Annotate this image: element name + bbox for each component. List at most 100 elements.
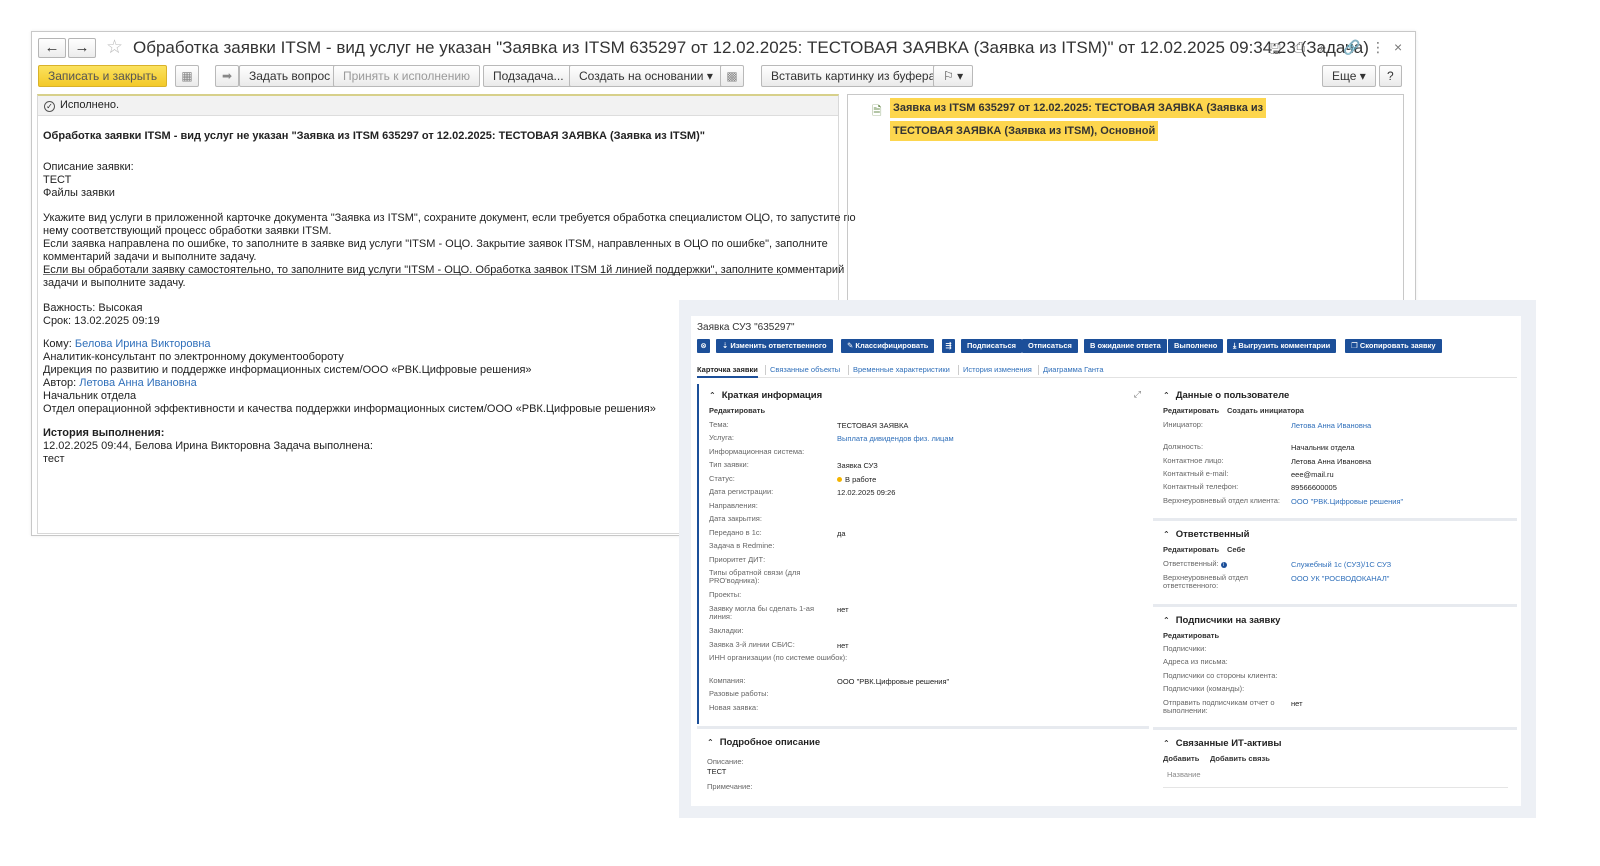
more-menu-icon[interactable]: ⋮ [1371, 39, 1385, 56]
close-icon[interactable]: × [1394, 39, 1402, 55]
forward-button[interactable]: → [68, 38, 96, 58]
save-icon[interactable]: 🖫 [1269, 39, 1281, 63]
create-based-dropdown[interactable]: Создать на основании ▾ [569, 65, 723, 87]
instruction-line: задачи и выполните задачу. [43, 277, 186, 289]
section-header[interactable]: ⌃ Связанные ИТ-активы [1163, 738, 1282, 749]
instruction-line: нему соответствующий процесс обработки з… [43, 225, 332, 237]
divider [1153, 727, 1517, 730]
tab-bar: Карточка заявки Связанные объекты Времен… [697, 363, 1517, 378]
attachment-link[interactable]: ТЕСТОВАЯ ЗАЯВКА (Заявка из ITSM), Основн… [890, 121, 1159, 141]
section-title: Подписчики на заявку [1175, 615, 1281, 626]
responsible-link[interactable]: Служебный 1с (СУЗ)/1С СУЗ [1291, 560, 1391, 569]
copy-icon: ❐ [1351, 341, 1360, 350]
grid-icon[interactable]: ▦ [175, 65, 199, 87]
toolbar: Записать и закрыть ▦ ➡ Задать вопрос При… [32, 65, 1415, 91]
section-header[interactable]: ⌃ Подробное описание [707, 737, 820, 748]
image-icon[interactable]: ▩ [720, 65, 744, 87]
info-icon[interactable]: i [1220, 562, 1227, 568]
field-label: Тип заявки: [709, 460, 749, 469]
status-value: В работе [837, 475, 876, 484]
unsubscribe-button[interactable]: Отписаться [1022, 339, 1078, 353]
write-and-close-button[interactable]: Записать и закрыть [38, 65, 168, 87]
check-circle-icon: ✓ [44, 101, 55, 112]
add-relation-link[interactable]: Добавить связь [1210, 754, 1270, 763]
divider [1153, 604, 1517, 607]
back-button[interactable]: ← [38, 38, 66, 58]
more-label: Еще [1332, 69, 1357, 83]
change-responsible-button[interactable]: ⇣ Изменить ответственного [716, 339, 833, 353]
field-value: нет [837, 605, 849, 614]
status-bar: ✓ Исполнено. [38, 96, 838, 116]
status-dot-icon [837, 477, 842, 482]
add-link[interactable]: Добавить [1163, 754, 1199, 763]
field-label: Подписчики со стороны клиента: [1163, 671, 1278, 680]
favorite-star-icon[interactable]: ☆ [106, 36, 123, 59]
tab-time-characteristics[interactable]: Временные характеристики [853, 365, 950, 374]
arrow-right-icon[interactable]: ➡ [215, 65, 239, 87]
preview-icon[interactable]: ⌕ [1319, 39, 1327, 56]
field-value: 12.02.2025 09:26 [837, 488, 896, 497]
edit-link[interactable]: Редактировать [1163, 631, 1219, 640]
section-title: Связанные ИТ-активы [1175, 738, 1282, 749]
waiting-answer-button[interactable]: В ожидание ответа [1084, 339, 1167, 353]
recipient-link[interactable]: Белова Ирина Викторовна [75, 338, 211, 350]
section-header[interactable]: ⌃ Краткая информация [709, 390, 822, 401]
field-label: Описание: [707, 757, 744, 766]
edit-link[interactable]: Редактировать [1163, 406, 1219, 415]
tab-related-objects[interactable]: Связанные объекты [770, 365, 840, 374]
field-label: Закладки: [709, 626, 744, 635]
field-label: Подписчики: [1163, 644, 1207, 653]
instruction-line: комментарий задачи и выполните задачу. [43, 251, 257, 263]
subtask-button[interactable]: Подзадача... [483, 65, 574, 87]
link-icon[interactable]: 🔗 [1343, 39, 1360, 56]
edit-link[interactable]: Редактировать [709, 406, 765, 415]
responsible-department-link[interactable]: ООО УК "РОСВОДОКАНАЛ" [1291, 574, 1389, 583]
user-data-panel: ⌃ Данные о пользователе Редактировать Соз… [1153, 384, 1517, 516]
author-link[interactable]: Летова Анна Ивановна [79, 377, 197, 389]
attachment-link[interactable]: Заявка из ITSM 635297 от 12.02.2025: ТЕС… [890, 98, 1267, 118]
done-button[interactable]: Выполнено [1168, 339, 1224, 353]
service-link[interactable]: Выплата дивидендов физ. лицам [837, 434, 954, 443]
initiator-link[interactable]: Летова Анна Ивановна [1291, 421, 1371, 430]
document-icon: 🗎 [872, 104, 882, 118]
section-title: Краткая информация [721, 390, 823, 401]
field-label: Разовые работы: [709, 689, 769, 698]
section-header[interactable]: ⌃ Данные о пользователе [1163, 390, 1289, 401]
export-comments-button[interactable]: ⤓ Выгрузить комментарии [1227, 339, 1337, 353]
field-label: Верхнеуровневый отдел клиента: [1163, 496, 1280, 505]
chevron-up-icon: ⌃ [709, 391, 716, 400]
classify-button[interactable]: ✎ Классифицировать [841, 339, 935, 353]
insert-picture-button[interactable]: Вставить картинку из буфера [761, 65, 946, 87]
author-department: Отдел операционной эффективности и качес… [43, 403, 656, 415]
section-title: Ответственный [1175, 529, 1250, 540]
ask-question-button[interactable]: Задать вопрос [239, 65, 341, 87]
edit-link[interactable]: Редактировать [1163, 545, 1219, 554]
tab-card[interactable]: Карточка заявки [697, 365, 758, 378]
field-label: Должность: [1163, 442, 1204, 451]
client-department-link[interactable]: ООО "РВК.Цифровые решения" [1291, 497, 1403, 506]
print-icon[interactable]: ⎙ [1294, 39, 1305, 56]
field-label: Направления: [709, 501, 758, 510]
files-label[interactable]: Файлы заявки [43, 187, 115, 200]
subscribe-button[interactable]: Подписаться [961, 339, 1023, 353]
flag-dropdown[interactable]: ⚐ ▾ [933, 65, 974, 87]
web-request-window: Заявка СУЗ "635297" ⊗ ⇣ Изменить ответст… [679, 300, 1536, 818]
create-initiator-link[interactable]: Создать инициатора [1227, 406, 1304, 415]
expand-icon[interactable]: ⤢ [1134, 389, 1141, 400]
task-heading: Обработка заявки ITSM - вид услуг не ука… [43, 130, 705, 142]
accept-button[interactable]: Принять к исполнению [333, 65, 481, 87]
tab-change-history[interactable]: История изменения [963, 365, 1032, 374]
assign-self-link[interactable]: Себе [1227, 545, 1245, 554]
detail-panel: ⌃ Подробное описание Описание: ТЕСТ Приме… [697, 731, 1149, 806]
section-header[interactable]: ⌃ Подписчики на заявку [1163, 615, 1280, 626]
description-value: ТЕСТ [43, 174, 72, 186]
help-button[interactable]: ? [1379, 65, 1402, 87]
close-icon[interactable]: ⊗ [697, 339, 710, 353]
instruction-line: Если заявка направлена по ошибке, то зап… [43, 238, 828, 250]
author-row: Автор: Летова Анна Ивановна [43, 377, 197, 390]
tab-gantt[interactable]: Диаграмма Ганта [1043, 365, 1104, 374]
section-header[interactable]: ⌃ Ответственный [1163, 529, 1250, 540]
copy-request-button[interactable]: ❐ Скопировать заявку [1345, 339, 1442, 353]
more-dropdown[interactable]: Еще ▾ [1322, 65, 1376, 87]
route-icon[interactable]: ⇶ [942, 339, 955, 353]
